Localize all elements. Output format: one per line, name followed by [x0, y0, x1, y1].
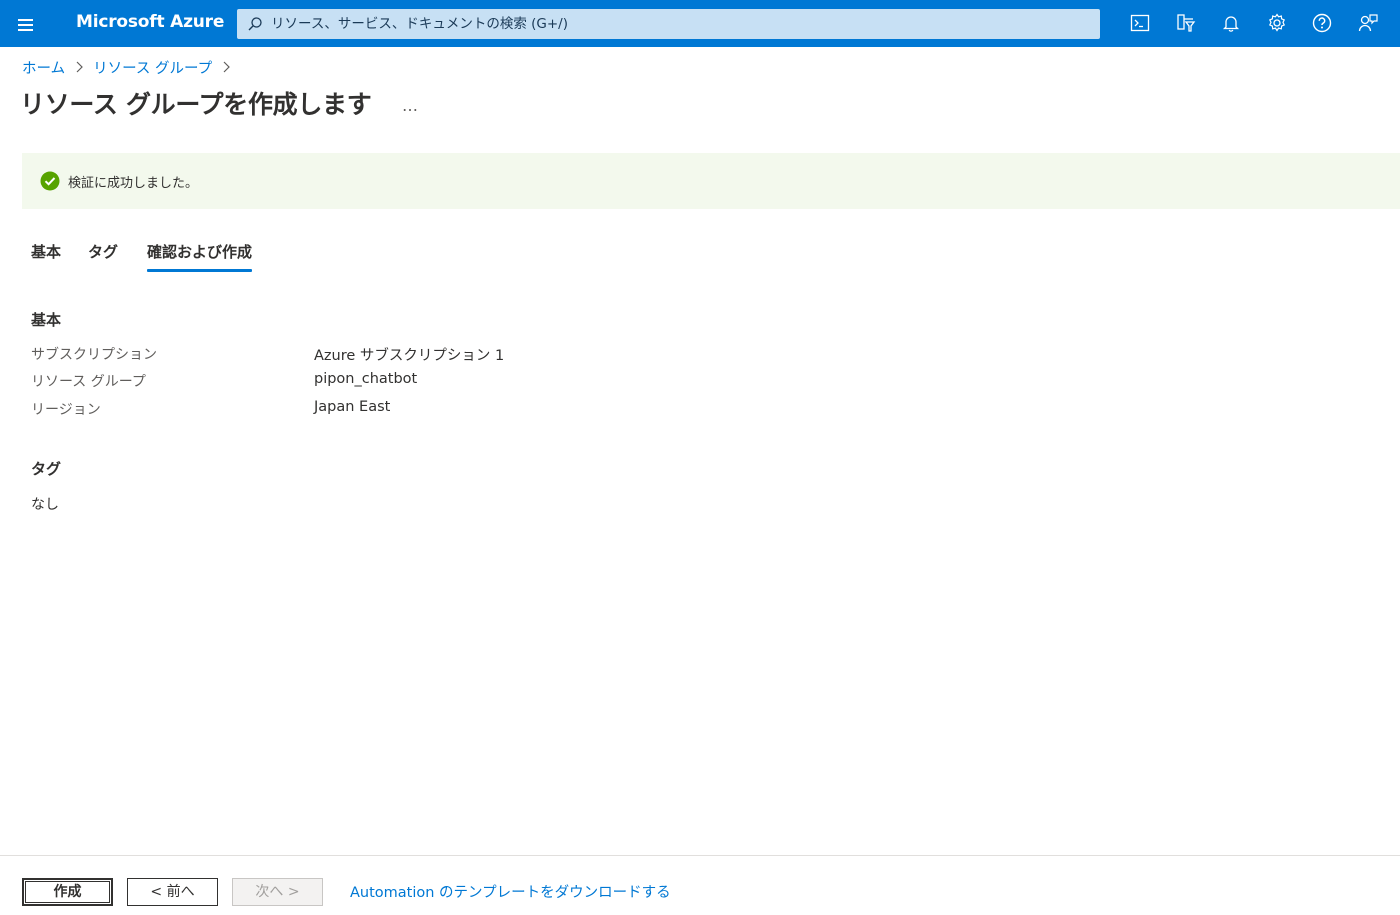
breadcrumb-resource-groups[interactable]: リソース グループ [93, 57, 212, 78]
breadcrumb-home[interactable]: ホーム [22, 57, 65, 78]
tab-tags[interactable]: タグ [88, 241, 118, 273]
settings-icon[interactable] [1266, 12, 1288, 34]
tab-basics[interactable]: 基本 [31, 241, 61, 273]
menu-icon[interactable] [16, 14, 36, 34]
breadcrumb: ホーム リソース グループ [22, 57, 240, 77]
resource-group-label: リソース グループ [31, 374, 146, 390]
region-value: Japan East [314, 399, 391, 415]
wizard-tabs: 基本 タグ 確認および作成 [31, 241, 253, 273]
tags-section-title: タグ [31, 460, 62, 478]
validation-message: 検証に成功しました。 [68, 175, 199, 191]
portal-brand[interactable]: Microsoft Azure [76, 12, 224, 32]
subscription-label: サブスクリプション [31, 347, 157, 363]
global-search[interactable] [237, 9, 1100, 39]
feedback-icon[interactable] [1357, 12, 1379, 34]
tab-review-create[interactable]: 確認および作成 [147, 241, 253, 273]
more-options-button[interactable]: … [402, 96, 419, 115]
basics-section-title: 基本 [31, 311, 62, 329]
next-button: 次へ > [232, 878, 323, 906]
chevron-right-icon [74, 61, 84, 73]
resource-group-value: pipon_chatbot [314, 371, 418, 387]
tags-value: なし [31, 497, 59, 513]
top-bar: Microsoft Azure [0, 0, 1400, 47]
search-input[interactable] [271, 9, 1091, 39]
validation-banner: 検証に成功しました。 [22, 153, 1400, 209]
help-icon[interactable] [1311, 12, 1333, 34]
directory-filter-icon[interactable] [1175, 12, 1197, 34]
notifications-icon[interactable] [1220, 12, 1242, 34]
chevron-right-icon [221, 61, 231, 73]
region-label: リージョン [31, 402, 101, 418]
page-title: リソース グループを作成します [20, 90, 372, 119]
subscription-value: Azure サブスクリプション 1 [314, 348, 505, 364]
success-check-icon [40, 171, 60, 191]
create-button[interactable]: 作成 [22, 878, 113, 906]
search-icon [247, 16, 263, 32]
cloud-shell-icon[interactable] [1129, 12, 1151, 34]
download-template-link[interactable]: Automation のテンプレートをダウンロードする [350, 881, 671, 902]
previous-button[interactable]: < 前へ [127, 878, 218, 906]
